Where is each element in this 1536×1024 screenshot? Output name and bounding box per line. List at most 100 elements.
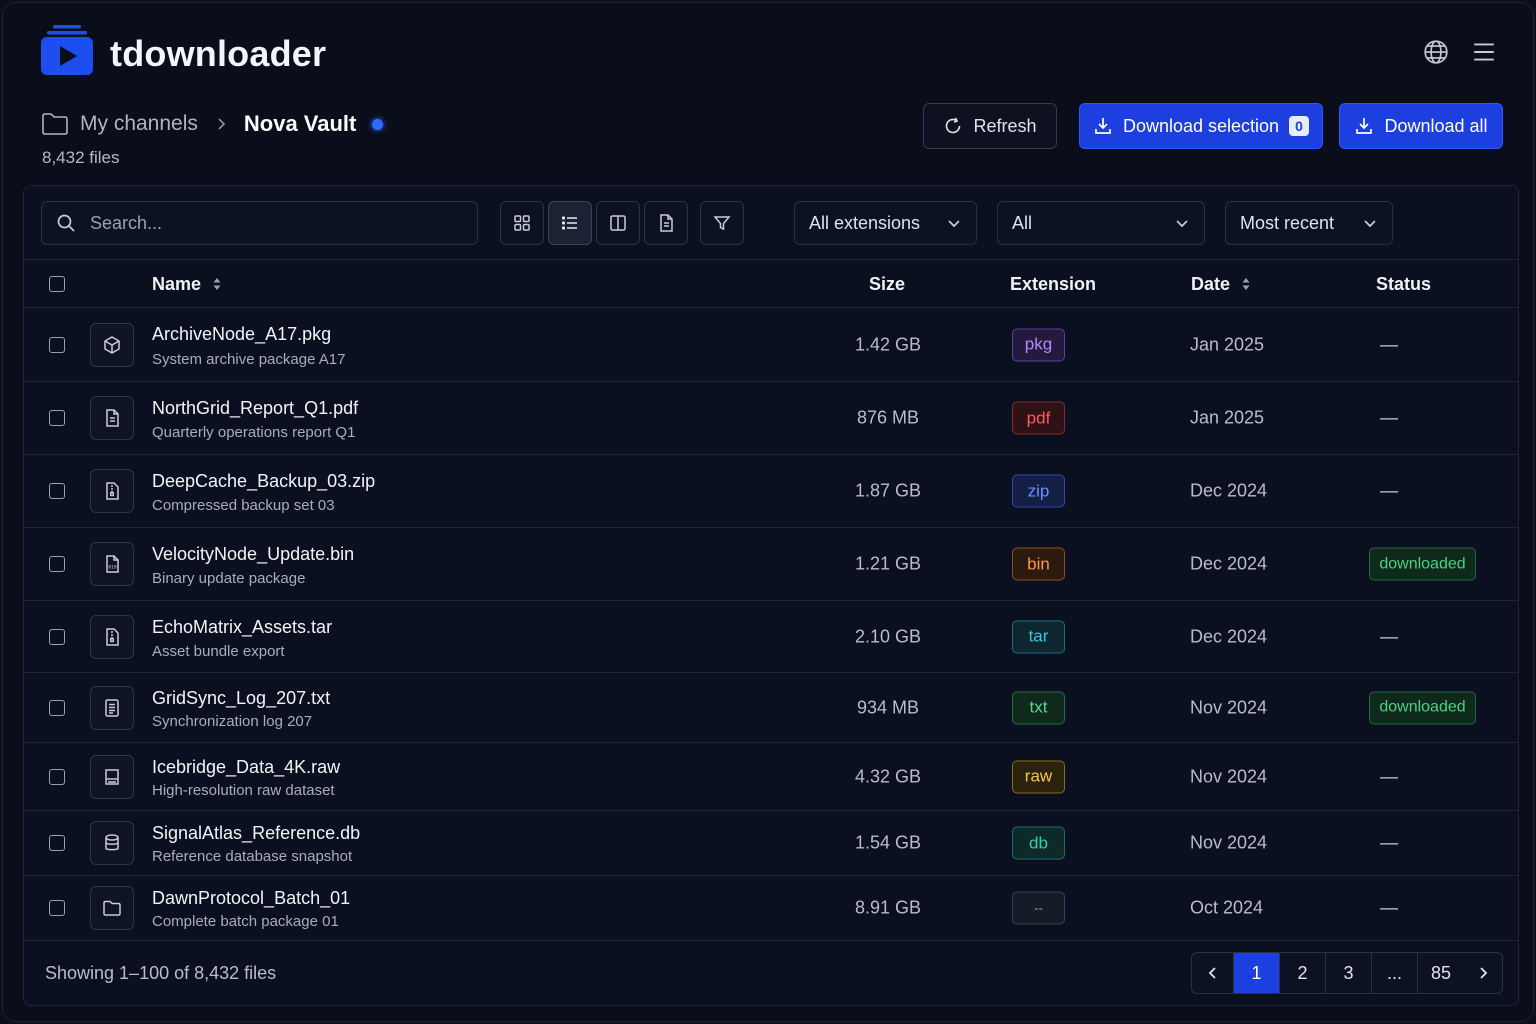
table-row[interactable]: 010 VelocityNode_Update.bin Binary update … (24, 528, 1518, 601)
file-date: Dec 2024 (1190, 480, 1268, 501)
row-checkbox[interactable] (49, 699, 65, 716)
status-empty: — (1380, 832, 1398, 853)
filter-button[interactable] (700, 201, 744, 245)
search-input[interactable] (90, 212, 450, 234)
select-all-cell (49, 260, 65, 308)
channel-status-dot (372, 118, 384, 130)
extension-badge: -- (1012, 891, 1065, 925)
grid-view-button[interactable] (500, 201, 544, 245)
package-icon (90, 322, 134, 367)
chevron-left-icon (1208, 967, 1216, 979)
file-date: Nov 2024 (1190, 697, 1268, 717)
file-name[interactable]: EchoMatrix_Assets.tar (152, 617, 332, 638)
extension-badge: pdf (1012, 401, 1065, 435)
extension-filter-select[interactable]: All extensions (794, 201, 977, 245)
file-description: System archive package A17 (152, 351, 346, 368)
page-ellipsis: ... (1372, 953, 1418, 993)
table-row[interactable]: Icebridge_Data_4K.raw High-resolution raw… (24, 743, 1518, 811)
file-panel: All extensions All Most recent Name S (23, 185, 1519, 1006)
table-footer: Showing 1–100 of 8,432 files 1 2 3... 85 (24, 941, 1518, 1005)
table-header: Name Size Extension Date Status (24, 260, 1518, 308)
sort-select[interactable]: Most recent (1225, 201, 1393, 245)
table-row[interactable]: SignalAtlas_Reference.db Reference databa… (24, 811, 1518, 876)
select-all-checkbox[interactable] (49, 276, 65, 292)
page-button[interactable]: 2 (1280, 953, 1326, 993)
row-checkbox[interactable] (49, 483, 65, 499)
status-empty: — (1380, 407, 1398, 428)
row-checkbox[interactable] (49, 336, 65, 353)
globe-icon[interactable] (1421, 37, 1451, 67)
row-checkbox[interactable] (49, 410, 65, 426)
table-row[interactable]: DeepCache_Backup_03.zip Compressed backup… (24, 455, 1518, 528)
download-all-label: Download all (1384, 115, 1488, 136)
file-name[interactable]: Icebridge_Data_4K.raw (152, 757, 340, 778)
file-name[interactable]: DeepCache_Backup_03.zip (152, 471, 375, 492)
pagination: 1 2 3... 85 (1191, 952, 1503, 994)
next-page-button[interactable] (1464, 953, 1502, 993)
text-file-icon (90, 685, 134, 730)
file-date: Dec 2024 (1190, 553, 1268, 574)
download-selection-button[interactable]: Download selection 0 (1079, 103, 1323, 149)
chevron-down-icon (1364, 220, 1376, 228)
search-box[interactable] (41, 201, 478, 245)
status-empty: — (1380, 766, 1398, 786)
file-date: Oct 2024 (1190, 897, 1264, 918)
file-size: 4.32 GB (854, 766, 922, 786)
file-size: 1.42 GB (854, 334, 922, 354)
breadcrumb-my-channels[interactable]: My channels (80, 112, 198, 136)
extension-badge: zip (1012, 474, 1065, 508)
svg-text:010: 010 (108, 565, 116, 571)
download-all-button[interactable]: Download all (1339, 103, 1503, 149)
file-date: Nov 2024 (1190, 766, 1268, 786)
app-logo-icon (41, 25, 93, 75)
row-checkbox[interactable] (49, 556, 65, 572)
file-size: 1.87 GB (854, 480, 922, 501)
prev-page-button[interactable] (1192, 953, 1234, 993)
menu-icon[interactable] (1469, 37, 1499, 67)
sort-icon (1242, 278, 1250, 290)
filter-icon (713, 216, 731, 231)
binary-file-icon: 010 (90, 542, 134, 586)
columns-view-button[interactable] (596, 201, 640, 245)
status-empty: — (1380, 626, 1398, 646)
page-button[interactable]: 85 (1418, 953, 1464, 993)
file-name[interactable]: ArchiveNode_A17.pkg (152, 324, 331, 345)
row-checkbox[interactable] (49, 900, 65, 916)
status-filter-select[interactable]: All (997, 201, 1205, 245)
file-name[interactable]: DawnProtocol_Batch_01 (152, 888, 350, 909)
column-size-label: Size (869, 273, 906, 294)
file-date: Dec 2024 (1190, 626, 1268, 646)
file-name[interactable]: VelocityNode_Update.bin (152, 544, 354, 565)
list-icon (561, 216, 577, 230)
chevron-down-icon (948, 220, 960, 228)
file-size: 8.91 GB (854, 897, 922, 918)
file-name[interactable]: NorthGrid_Report_Q1.pdf (152, 398, 358, 419)
file-description: High-resolution raw dataset (152, 782, 335, 799)
row-checkbox[interactable] (49, 768, 65, 785)
column-name-header[interactable]: Name (152, 260, 223, 308)
row-checkbox[interactable] (49, 835, 65, 851)
columns-icon (610, 215, 626, 231)
table-row[interactable]: DawnProtocol_Batch_01 Complete batch pack… (24, 876, 1518, 941)
search-icon (57, 214, 75, 232)
table-row[interactable]: EchoMatrix_Assets.tar Asset bundle export… (24, 601, 1518, 673)
file-description: Binary update package (152, 570, 306, 587)
file-size: 2.10 GB (854, 626, 922, 646)
page-button[interactable]: 1 (1234, 953, 1280, 993)
table-row[interactable]: GridSync_Log_207.txt Synchronization log … (24, 673, 1518, 743)
column-extension-header: Extension (1010, 260, 1096, 308)
app-title: tdownloader (110, 33, 327, 74)
page-button[interactable]: 3 (1326, 953, 1372, 993)
column-date-header[interactable]: Date (1191, 260, 1252, 308)
file-name[interactable]: SignalAtlas_Reference.db (152, 823, 360, 844)
status-filter-value: All (1012, 212, 1033, 233)
list-view-button[interactable] (548, 201, 592, 245)
refresh-button[interactable]: Refresh (923, 103, 1057, 149)
row-checkbox[interactable] (49, 628, 65, 645)
table-row[interactable]: ArchiveNode_A17.pkg System archive packag… (24, 308, 1518, 382)
showing-count: Showing 1–100 of 8,432 files (45, 963, 277, 983)
document-view-button[interactable] (644, 201, 688, 245)
table-row[interactable]: NorthGrid_Report_Q1.pdf Quarterly operati… (24, 382, 1518, 455)
refresh-label: Refresh (973, 115, 1037, 136)
file-name[interactable]: GridSync_Log_207.txt (152, 688, 330, 709)
